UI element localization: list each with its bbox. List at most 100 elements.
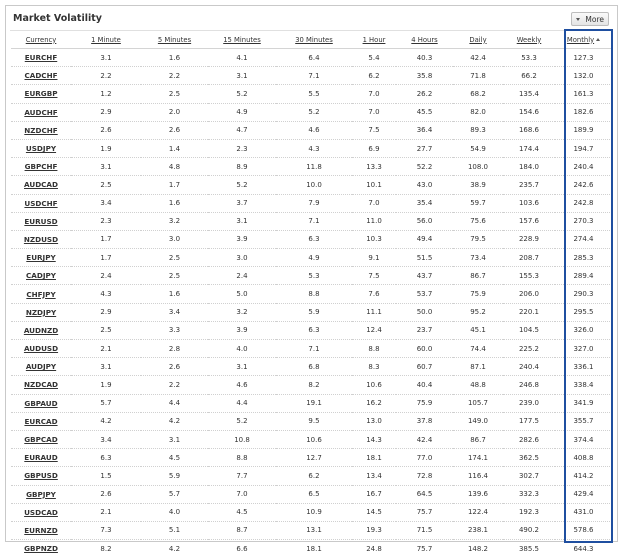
cell-h1: 7.0 [352,85,396,103]
cell-monthly: 374.4 [555,430,612,448]
currency-pair-link[interactable]: GBPAUD [11,394,71,412]
cell-m5: 2.5 [141,85,208,103]
cell-m1: 3.1 [71,358,141,376]
cell-m30: 8.2 [276,376,352,394]
cell-weekly: 228.9 [503,230,555,248]
currency-pair-link[interactable]: NZDCHF [11,121,71,139]
currency-pair-link[interactable]: USDJPY [11,139,71,157]
currency-pair-link[interactable]: USDCAD [11,503,71,521]
cell-h1: 8.8 [352,340,396,358]
cell-m30: 13.1 [276,521,352,539]
cell-daily: 38.9 [453,176,503,194]
cell-monthly: 270.3 [555,212,612,230]
cell-m1: 2.6 [71,485,141,503]
column-header-15-minutes[interactable]: 15 Minutes [208,31,276,49]
cell-h4: 26.2 [396,85,453,103]
currency-pair-link[interactable]: EURCAD [11,412,71,430]
cell-m1: 4.2 [71,412,141,430]
sort-ascending-icon [596,38,600,41]
cell-m1: 2.1 [71,340,141,358]
cell-h4: 51.5 [396,249,453,267]
cell-h1: 9.1 [352,249,396,267]
cell-m30: 4.9 [276,249,352,267]
table-row: EURCAD4.24.25.29.513.037.8149.0177.5355.… [11,412,612,430]
cell-m30: 4.6 [276,121,352,139]
cell-m15: 2.4 [208,267,276,285]
table-row: AUDCHF2.92.04.95.27.045.582.0154.6182.6 [11,103,612,121]
table-row: EURAUD6.34.58.812.718.177.0174.1362.5408… [11,449,612,467]
currency-pair-link[interactable]: NZDUSD [11,230,71,248]
cell-monthly: 408.8 [555,449,612,467]
cell-m5: 1.6 [141,285,208,303]
currency-pair-link[interactable]: EURJPY [11,249,71,267]
cell-daily: 174.1 [453,449,503,467]
currency-pair-link[interactable]: GBPCHF [11,158,71,176]
table-row: CADJPY2.42.52.45.37.543.786.7155.3289.4 [11,267,612,285]
currency-pair-link[interactable]: USDCHF [11,194,71,212]
cell-m1: 4.3 [71,285,141,303]
column-header-currency[interactable]: Currency [11,31,71,49]
column-header-30-minutes[interactable]: 30 Minutes [276,31,352,49]
cell-m5: 2.5 [141,249,208,267]
currency-pair-link[interactable]: EURUSD [11,212,71,230]
currency-pair-link[interactable]: EURAUD [11,449,71,467]
more-button[interactable]: More [571,12,609,26]
cell-h1: 19.3 [352,521,396,539]
column-header-1-minute[interactable]: 1 Minute [71,31,141,49]
cell-m30: 5.5 [276,85,352,103]
column-header-weekly[interactable]: Weekly [503,31,555,49]
panel-title: Market Volatility [13,13,102,24]
cell-h4: 50.0 [396,303,453,321]
cell-monthly: 274.4 [555,230,612,248]
currency-pair-link[interactable]: NZDCAD [11,376,71,394]
cell-h1: 10.6 [352,376,396,394]
cell-h4: 75.7 [396,503,453,521]
column-header-monthly[interactable]: Monthly [555,31,612,49]
currency-pair-link[interactable]: EURGBP [11,85,71,103]
column-header-daily[interactable]: Daily [453,31,503,49]
cell-weekly: 282.6 [503,430,555,448]
cell-monthly: 578.6 [555,521,612,539]
currency-pair-link[interactable]: AUDCAD [11,176,71,194]
currency-pair-link[interactable]: CADJPY [11,267,71,285]
currency-pair-link[interactable]: EURCHF [11,49,71,67]
currency-pair-link[interactable]: GBPNZD [11,540,71,557]
cell-h4: 23.7 [396,321,453,339]
currency-pair-link[interactable]: GBPCAD [11,430,71,448]
cell-h4: 43.0 [396,176,453,194]
currency-pair-link[interactable]: AUDCHF [11,103,71,121]
currency-pair-link[interactable]: CHFJPY [11,285,71,303]
cell-m5: 3.1 [141,430,208,448]
cell-h4: 56.0 [396,212,453,230]
currency-pair-link[interactable]: NZDJPY [11,303,71,321]
cell-h1: 7.5 [352,267,396,285]
cell-daily: 148.2 [453,540,503,557]
cell-weekly: 174.4 [503,139,555,157]
table-row: GBPCHF3.14.88.911.813.352.2108.0184.0240… [11,158,612,176]
currency-pair-link[interactable]: GBPUSD [11,467,71,485]
cell-daily: 79.5 [453,230,503,248]
cell-m5: 3.4 [141,303,208,321]
cell-m1: 1.7 [71,249,141,267]
cell-h1: 7.6 [352,285,396,303]
cell-monthly: 182.6 [555,103,612,121]
currency-pair-link[interactable]: AUDUSD [11,340,71,358]
cell-monthly: 338.4 [555,376,612,394]
cell-h4: 35.4 [396,194,453,212]
column-header-4-hours[interactable]: 4 Hours [396,31,453,49]
cell-h1: 6.2 [352,67,396,85]
cell-monthly: 327.0 [555,340,612,358]
currency-pair-link[interactable]: AUDNZD [11,321,71,339]
cell-m1: 2.9 [71,103,141,121]
currency-pair-link[interactable]: AUDJPY [11,358,71,376]
currency-pair-link[interactable]: CADCHF [11,67,71,85]
table-row: GBPCAD3.43.110.810.614.342.486.7282.6374… [11,430,612,448]
currency-pair-link[interactable]: EURNZD [11,521,71,539]
column-header-1-hour[interactable]: 1 Hour [352,31,396,49]
currency-pair-link[interactable]: GBPJPY [11,485,71,503]
cell-daily: 108.0 [453,158,503,176]
cell-h1: 14.5 [352,503,396,521]
column-header-5-minutes[interactable]: 5 Minutes [141,31,208,49]
cell-m30: 5.2 [276,103,352,121]
cell-daily: 82.0 [453,103,503,121]
